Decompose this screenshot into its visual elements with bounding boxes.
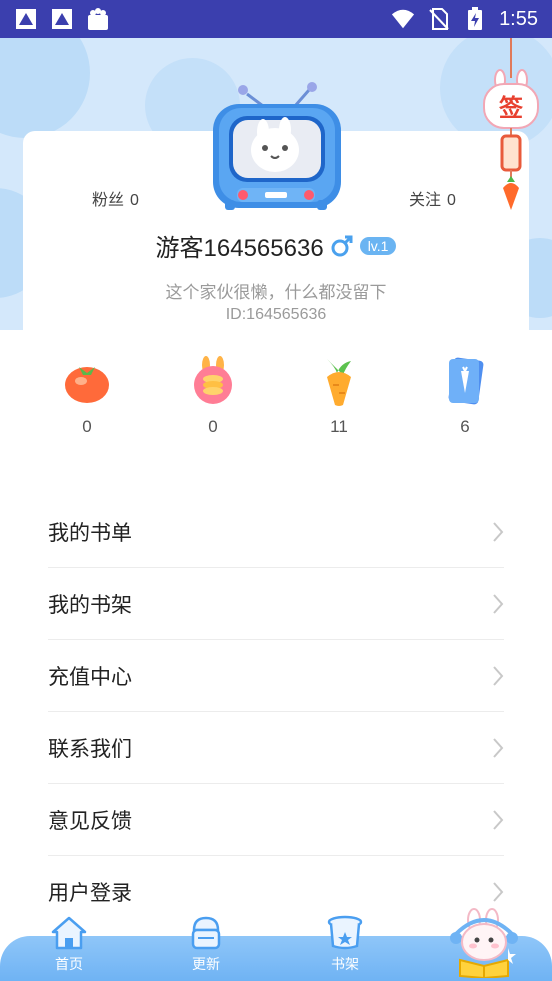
tomato-icon bbox=[65, 367, 109, 403]
nav-bookshelf[interactable]: 书架 bbox=[310, 914, 380, 974]
nav-label: 更新 bbox=[192, 956, 220, 972]
bookshelf-icon bbox=[327, 915, 363, 950]
male-icon bbox=[331, 235, 353, 256]
menu-item-label: 充值中心 bbox=[48, 665, 132, 689]
stat-value: 0 bbox=[208, 417, 218, 436]
stat-card[interactable]: 6 bbox=[402, 355, 528, 445]
menu-item-feedback[interactable]: 意见反馈 bbox=[48, 784, 504, 856]
stat-carrot[interactable]: 11 bbox=[276, 355, 402, 445]
chevron-right-icon bbox=[493, 593, 504, 614]
chevron-right-icon bbox=[493, 521, 504, 542]
bunny-reading-icon[interactable] bbox=[446, 908, 522, 978]
menu-item-label: 意见反馈 bbox=[48, 809, 132, 833]
carrot-card-icon bbox=[448, 357, 484, 405]
menu-list: 我的书单 我的书架 充值中心 联系我们 意见反馈 用户登录 bbox=[48, 496, 504, 928]
follow-count: 0 bbox=[447, 192, 456, 209]
chevron-right-icon bbox=[493, 665, 504, 686]
menu-item-recharge[interactable]: 充值中心 bbox=[48, 640, 504, 712]
no-sim-icon bbox=[427, 8, 451, 30]
follow-counter[interactable]: 关注 0 bbox=[409, 186, 462, 210]
menu-item-booklist[interactable]: 我的书单 bbox=[48, 496, 504, 568]
app-notification-icon bbox=[50, 8, 74, 30]
asset-stats: 0 0 11 6 bbox=[24, 355, 528, 445]
fans-count: 0 bbox=[130, 192, 139, 209]
fans-label: 粉丝 bbox=[92, 192, 125, 209]
chevron-right-icon bbox=[493, 737, 504, 758]
user-bio: 这个家伙很懒，什么都没留下 bbox=[165, 283, 387, 302]
menu-item-label: 我的书单 bbox=[48, 521, 132, 545]
stat-tomato[interactable]: 0 bbox=[24, 355, 150, 445]
menu-item-bookshelf[interactable]: 我的书架 bbox=[48, 568, 504, 640]
nav-label: 书架 bbox=[331, 956, 359, 972]
battery-charging-icon bbox=[463, 7, 487, 30]
menu-item-label: 用户登录 bbox=[48, 882, 132, 905]
stat-value: 11 bbox=[330, 417, 348, 436]
clock: 1:55 bbox=[499, 7, 538, 30]
menu-item-label: 我的书架 bbox=[48, 593, 132, 617]
shopping-bag-icon bbox=[86, 8, 110, 30]
update-icon bbox=[191, 916, 221, 950]
avatar[interactable] bbox=[205, 80, 347, 212]
menu-item-contact[interactable]: 联系我们 bbox=[48, 712, 504, 784]
level-badge: lv.1 bbox=[359, 236, 397, 255]
user-id: ID:164565636 bbox=[225, 306, 327, 323]
stat-value: 6 bbox=[460, 417, 470, 436]
sign-in-label: 签 bbox=[498, 94, 524, 122]
chevron-right-icon bbox=[493, 882, 504, 902]
status-bar: 1:55 bbox=[0, 0, 552, 38]
coin-bunny-icon bbox=[194, 356, 232, 404]
username-row: 游客164565636 lv.1 bbox=[0, 228, 552, 263]
stat-value: 0 bbox=[82, 417, 92, 436]
nav-home[interactable]: 首页 bbox=[34, 914, 104, 974]
carrot-icon bbox=[327, 359, 351, 406]
home-icon bbox=[51, 916, 87, 950]
menu-item-label: 联系我们 bbox=[48, 737, 132, 761]
chevron-right-icon bbox=[493, 809, 504, 830]
stat-coin[interactable]: 0 bbox=[150, 355, 276, 445]
app-notification-icon bbox=[14, 8, 38, 30]
wifi-icon bbox=[391, 8, 415, 30]
username: 游客164565636 bbox=[155, 235, 324, 262]
nav-label: 首页 bbox=[55, 956, 83, 972]
nav-update[interactable]: 更新 bbox=[171, 914, 241, 974]
sign-in-button[interactable]: 签 bbox=[478, 38, 544, 218]
follow-label: 关注 bbox=[409, 192, 442, 209]
fans-counter[interactable]: 粉丝 0 bbox=[92, 186, 145, 210]
bottom-nav: 首页 更新 书架 bbox=[0, 908, 552, 981]
